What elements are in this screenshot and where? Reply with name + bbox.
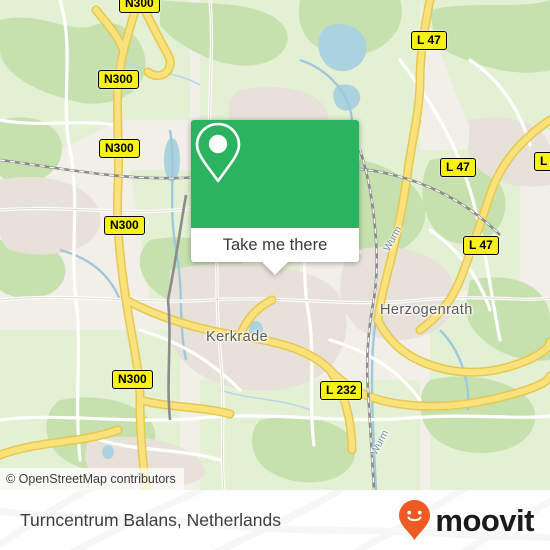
moovit-map-screenshot: Kerkrade Herzogenrath Wurm Wurm N300 N30… [0,0,550,550]
road-shield-n300: N300 [98,70,139,89]
take-me-there-button[interactable]: Take me there [191,228,359,262]
moovit-pin-smiley-icon [399,500,431,540]
road-shield-n300: N300 [99,139,140,158]
map-label-kerkrade: Kerkrade [206,329,269,345]
road-shield-n300: N300 [119,0,160,13]
map-pin-icon [195,122,241,183]
moovit-wordmark: moovit [435,502,534,538]
road-shield-l47: L 47 [463,236,499,255]
road-shield-l47: L 47 [440,158,476,177]
osm-attribution[interactable]: © OpenStreetMap contributors [0,468,184,490]
take-me-there-label: Take me there [222,235,328,254]
road-shield-n300: N300 [112,370,153,389]
road-shield-l232: L 232 [320,381,363,400]
road-shield-l-partial: L [534,152,550,171]
road-shield-n300: N300 [104,216,145,235]
map-canvas[interactable]: Kerkrade Herzogenrath Wurm Wurm N300 N30… [0,0,550,490]
road-shield-l47: L 47 [411,31,447,50]
popup-icon-area [191,120,359,228]
map-label-herzogenrath: Herzogenrath [380,302,473,318]
destination-popup-card[interactable]: Take me there [191,120,359,275]
page-title: Turncentrum Balans, Netherlands [20,510,282,530]
popup-pointer-tail [262,262,288,275]
footer-bar: Turncentrum Balans, Netherlands moovit [0,490,550,550]
moovit-logo[interactable]: moovit [398,490,534,550]
